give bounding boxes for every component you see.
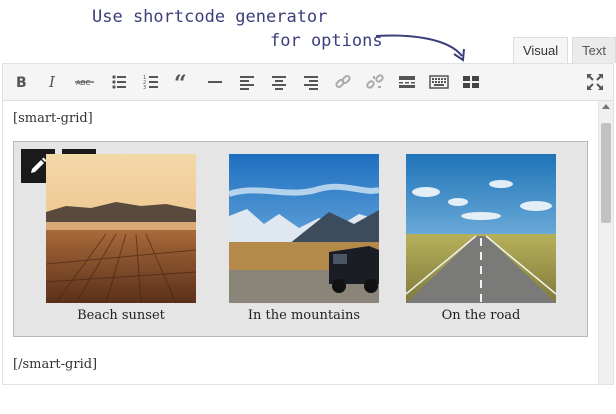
svg-text:B: B	[16, 75, 27, 90]
pencil-icon	[31, 157, 47, 173]
grid-item-in-the-mountains[interactable]: In the mountains	[229, 154, 379, 323]
photo-on-the-road	[406, 154, 556, 303]
fullscreen-icon[interactable]	[583, 70, 607, 94]
grid-item-caption: Beach sunset	[77, 308, 165, 323]
numbered-list-icon[interactable]: 123	[139, 70, 163, 94]
visual-editor: B I ABC 123 “ [smart-grid] Beach sunset …	[2, 63, 614, 385]
scroll-up-arrow-icon[interactable]	[602, 104, 610, 109]
align-right-icon[interactable]	[299, 70, 323, 94]
shortcode-generator-icon[interactable]	[459, 70, 483, 94]
annotation-line-1: Use shortcode generator	[92, 7, 328, 27]
shortcode-open-tag: [smart-grid]	[13, 111, 93, 126]
editor-content[interactable]: [smart-grid] Beach sunset In the mountai…	[3, 101, 598, 384]
italic-icon[interactable]: I	[41, 70, 65, 94]
tab-visual[interactable]: Visual	[512, 37, 569, 64]
photo-beach-sunset	[46, 154, 196, 303]
scrollbar-thumb[interactable]	[601, 123, 611, 223]
grid-item-beach-sunset[interactable]: Beach sunset	[46, 154, 196, 323]
align-left-icon[interactable]	[235, 70, 259, 94]
grid-item-caption: On the road	[441, 308, 521, 323]
svg-text:ABC: ABC	[76, 79, 90, 87]
align-center-icon[interactable]	[267, 70, 291, 94]
read-more-icon[interactable]	[395, 70, 419, 94]
editor-tabs: Visual Text	[512, 37, 616, 64]
tab-text[interactable]: Text	[572, 37, 616, 63]
svg-text:I: I	[48, 74, 56, 90]
photo-in-the-mountains	[229, 154, 379, 303]
annotation-arrow	[375, 34, 465, 62]
editor-toolbar: B I ABC 123 “	[3, 64, 613, 101]
bold-icon[interactable]: B	[9, 70, 33, 94]
blockquote-icon[interactable]: “	[171, 70, 195, 94]
link-icon[interactable]	[331, 70, 355, 94]
shortcode-close-tag: [/smart-grid]	[13, 357, 98, 372]
svg-text:3: 3	[143, 85, 146, 90]
bullet-list-icon[interactable]	[107, 70, 131, 94]
horizontal-line-icon[interactable]	[203, 70, 227, 94]
smart-grid-preview[interactable]: Beach sunset In the mountains On the roa…	[13, 141, 588, 337]
annotation-line-2: for options	[270, 31, 383, 51]
toolbar-toggle-icon[interactable]	[427, 70, 451, 94]
editor-scrollbar[interactable]	[598, 101, 613, 384]
unlink-icon[interactable]	[363, 70, 387, 94]
svg-text:“: “	[174, 74, 187, 90]
grid-item-on-the-road[interactable]: On the road	[406, 154, 556, 323]
strikethrough-icon[interactable]: ABC	[73, 70, 97, 94]
grid-item-caption: In the mountains	[247, 308, 361, 323]
